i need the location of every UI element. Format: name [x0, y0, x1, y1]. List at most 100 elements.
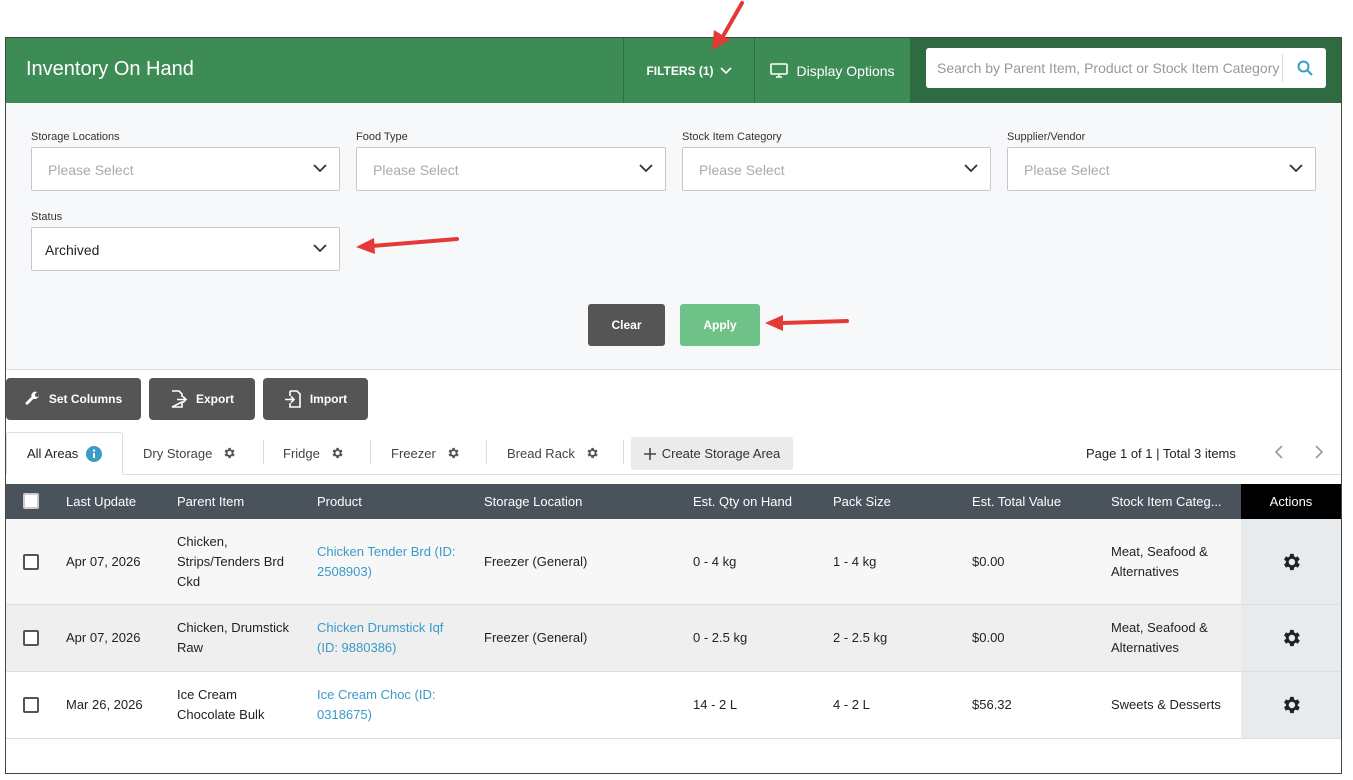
clear-button[interactable]: Clear	[588, 304, 665, 346]
display-options-label: Display Options	[796, 62, 895, 79]
cell-parent-item: Chicken, Drumstick Raw	[177, 618, 289, 658]
row-actions-cell	[1241, 672, 1341, 738]
chevron-left-icon[interactable]	[1274, 444, 1284, 460]
column-actions: Actions	[1241, 484, 1341, 519]
column-storage-location[interactable]: Storage Location	[484, 494, 582, 509]
search-button[interactable]	[1283, 48, 1326, 88]
tab-divider	[486, 440, 487, 464]
chevron-right-icon[interactable]	[1314, 444, 1324, 460]
column-last-update[interactable]: Last Update	[66, 494, 136, 509]
column-pack-size[interactable]: Pack Size	[833, 494, 891, 509]
cell-parent-item-line: Chocolate Bulk	[177, 707, 265, 722]
supplier-vendor-label: Supplier/Vendor	[1007, 131, 1086, 143]
column-parent-item[interactable]: Parent Item	[177, 494, 244, 509]
cell-storage-location: Freezer (General)	[484, 554, 588, 569]
column-est-qty[interactable]: Est. Qty on Hand	[693, 494, 792, 509]
gear-icon[interactable]	[1280, 627, 1302, 649]
gear-icon[interactable]	[446, 446, 460, 460]
cell-est-qty: 0 - 4 kg	[693, 554, 737, 569]
product-link[interactable]: Chicken Tender Brd (ID: 2508903)	[317, 542, 456, 582]
search-input[interactable]	[926, 48, 1282, 88]
tab-bread-rack-label: Bread Rack	[507, 445, 575, 461]
tabs-baseline	[6, 474, 1341, 475]
status-select[interactable]: Archived	[31, 227, 340, 271]
table-header: Last Update Parent Item Product Storage …	[6, 484, 1341, 519]
storage-locations-select[interactable]: Please Select	[31, 147, 340, 191]
tab-divider	[263, 440, 264, 464]
filters-toggle-button[interactable]: FILTERS (1)	[624, 38, 754, 103]
gear-icon[interactable]	[585, 446, 599, 460]
product-link-line: Chicken Tender Brd (ID:	[317, 544, 456, 559]
cell-stock-item-category: Sweets & Desserts	[1111, 695, 1221, 715]
cell-est-total-value: $56.32	[972, 697, 1012, 712]
gear-icon[interactable]	[1280, 694, 1302, 716]
cell-est-qty: 14 - 2 L	[693, 697, 738, 712]
cell-parent-item-line: Ckd	[177, 574, 201, 589]
row-actions-cell	[1241, 519, 1341, 604]
wrench-icon	[25, 391, 39, 405]
set-columns-button[interactable]: Set Columns	[6, 378, 141, 420]
import-button[interactable]: Import	[263, 378, 368, 420]
cell-stock-cat-line: Sweets & Desserts	[1111, 697, 1221, 712]
product-link[interactable]: Ice Cream Choc (ID: 0318675)	[317, 685, 435, 725]
cell-parent-item-line: Chicken,	[177, 534, 228, 549]
stock-item-category-select[interactable]: Please Select	[682, 147, 991, 191]
food-type-select[interactable]: Please Select	[356, 147, 666, 191]
cell-stock-cat-line: Meat, Seafood &	[1111, 620, 1208, 635]
cell-pack-size: 4 - 2 L	[833, 697, 870, 712]
create-storage-area-label: Create Storage Area	[661, 446, 781, 461]
column-product[interactable]: Product	[317, 494, 362, 509]
tab-dry-storage[interactable]: Dry Storage	[143, 432, 236, 474]
filters-label: FILTERS (1)	[646, 63, 714, 78]
chevron-down-icon	[313, 164, 327, 173]
tab-fridge[interactable]: Fridge	[283, 432, 344, 474]
food-type-label: Food Type	[356, 131, 408, 143]
cell-parent-item-line: Chicken, Drumstick	[177, 620, 289, 635]
filter-panel: Storage Locations Please Select Food Typ…	[6, 104, 1341, 370]
create-storage-area-button[interactable]: Create Storage Area	[631, 437, 793, 470]
export-file-icon	[171, 390, 188, 408]
table-row: Apr 07, 2026 Chicken, Drumstick Raw Chic…	[6, 605, 1341, 672]
cell-pack-size: 1 - 4 kg	[833, 554, 877, 569]
cell-storage-location: Freezer (General)	[484, 630, 588, 645]
cell-est-total-value: $0.00	[972, 630, 1005, 645]
monitor-icon	[770, 63, 789, 78]
row-checkbox[interactable]	[23, 697, 39, 713]
import-file-icon	[284, 390, 301, 408]
gear-icon[interactable]	[222, 446, 236, 460]
cell-last-update: Mar 26, 2026	[66, 697, 143, 712]
pagination-summary: Page 1 of 1 | Total 3 items	[1086, 446, 1236, 461]
cell-parent-item: Ice Cream Chocolate Bulk	[177, 685, 264, 725]
info-icon[interactable]	[86, 445, 103, 462]
select-all-checkbox[interactable]	[23, 493, 39, 509]
cell-est-total-value: $0.00	[972, 554, 1005, 569]
apply-button[interactable]: Apply	[680, 304, 760, 346]
tab-all-areas[interactable]: All Areas	[6, 432, 123, 475]
cell-parent-item-line: Ice Cream	[177, 687, 237, 702]
product-link-line: Chicken Drumstick Iqf	[317, 620, 444, 635]
product-link[interactable]: Chicken Drumstick Iqf (ID: 9880386)	[317, 618, 443, 658]
export-button[interactable]: Export	[149, 378, 255, 420]
column-stock-item-category[interactable]: Stock Item Categ...	[1111, 494, 1222, 509]
gear-icon[interactable]	[1280, 551, 1302, 573]
food-type-value: Please Select	[373, 162, 459, 178]
row-actions-cell	[1241, 605, 1341, 671]
tab-dry-storage-label: Dry Storage	[143, 445, 213, 461]
row-checkbox[interactable]	[23, 554, 39, 570]
table-row: Mar 26, 2026 Ice Cream Chocolate Bulk Ic…	[6, 672, 1341, 739]
supplier-vendor-select[interactable]: Please Select	[1007, 147, 1316, 191]
status-label: Status	[31, 211, 63, 223]
tab-fridge-label: Fridge	[283, 445, 320, 461]
column-est-total-value[interactable]: Est. Total Value	[972, 494, 1061, 509]
storage-locations-value: Please Select	[48, 162, 134, 178]
cell-last-update: Apr 07, 2026	[66, 554, 141, 569]
product-link-line: 2508903)	[317, 564, 372, 579]
display-options-button[interactable]: Display Options	[755, 38, 910, 103]
tab-divider	[623, 440, 624, 464]
tab-bread-rack[interactable]: Bread Rack	[507, 432, 599, 474]
tab-freezer[interactable]: Freezer	[391, 432, 460, 474]
storage-locations-label: Storage Locations	[31, 131, 120, 143]
row-checkbox[interactable]	[23, 630, 39, 646]
total-items: Total 3 items	[1162, 446, 1236, 461]
gear-icon[interactable]	[330, 446, 344, 460]
